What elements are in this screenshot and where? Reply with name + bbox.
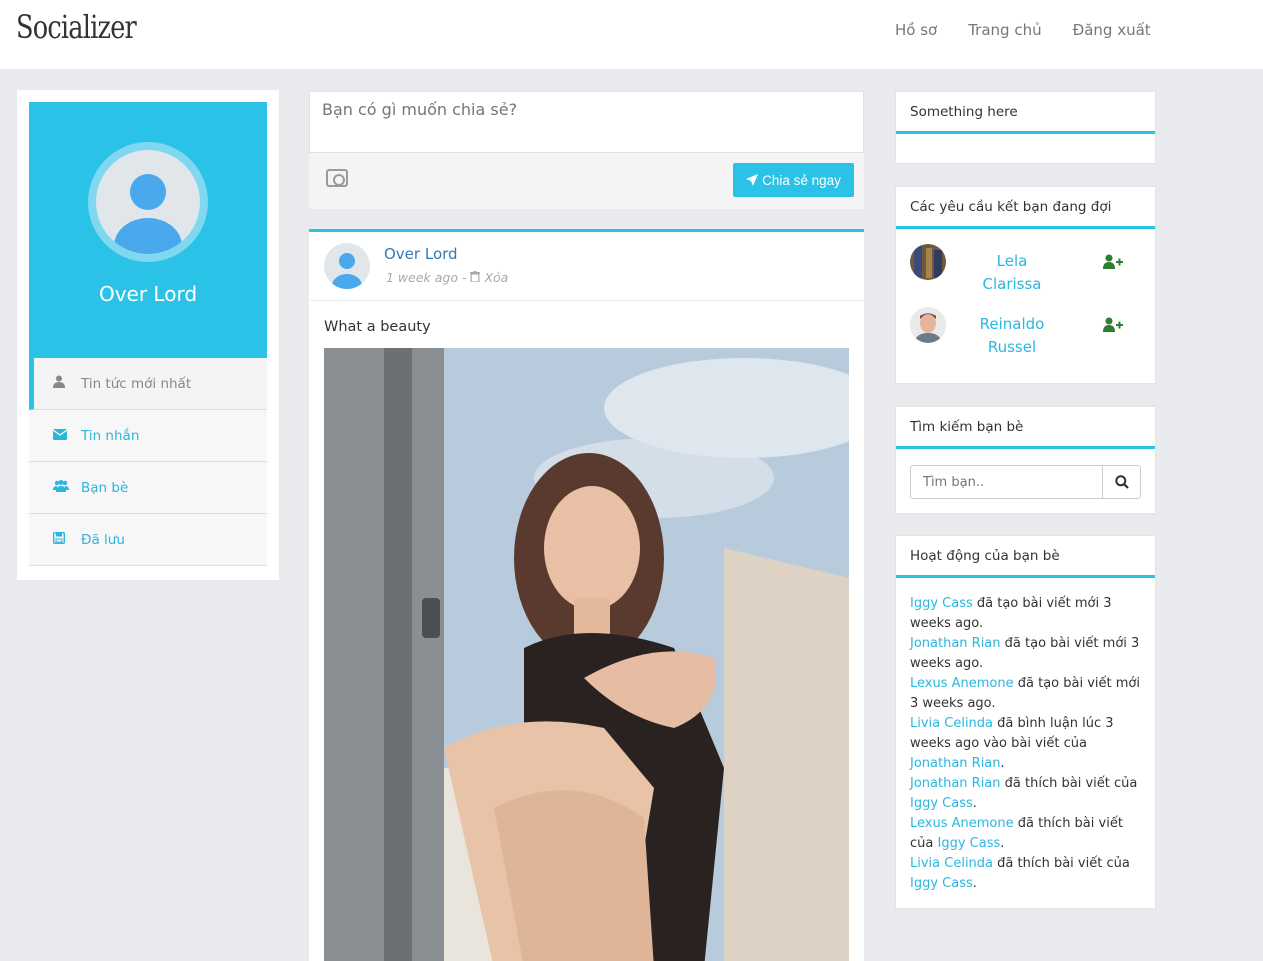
sidebar-item-messages[interactable]: Tin nhắn xyxy=(29,410,267,462)
profile-card: Over Lord xyxy=(29,102,267,358)
activity-user-link[interactable]: Lexus Anemone xyxy=(910,676,1014,691)
friend-request-name[interactable]: Lela Clarissa xyxy=(968,250,1056,296)
activity-user-link[interactable]: Livia Celinda xyxy=(910,856,993,871)
activity-item: Jonathan Rian đã thích bài viết của Iggy… xyxy=(910,776,1138,811)
sidebar-item-label: Tin nhắn xyxy=(81,427,140,444)
activity-item: Iggy Cass đã tạo bài viết mới 3 weeks ag… xyxy=(910,596,1112,631)
sidebar-item-label: Tin tức mới nhất xyxy=(81,375,192,392)
widget-title: Tìm kiếm bạn bè xyxy=(896,407,1155,449)
avatar[interactable] xyxy=(910,244,946,280)
widget-something: Something here xyxy=(895,91,1156,164)
camera-icon[interactable] xyxy=(326,169,348,187)
user-icon xyxy=(53,375,69,392)
brand-logo[interactable]: Socializer xyxy=(16,8,137,46)
activity-item: Lexus Anemone đã thích bài viết của Iggy… xyxy=(910,816,1123,851)
widget-title: Hoạt động của bạn bè xyxy=(896,536,1155,578)
friend-request-row: Lela Clarissa xyxy=(896,244,1155,300)
share-box: Chia sẻ ngay xyxy=(309,91,864,209)
sidebar-item-newsfeed[interactable]: Tin tức mới nhất xyxy=(29,358,267,410)
widget-friend-activity: Hoạt động của bạn bè Iggy Cass đã tạo bà… xyxy=(895,535,1156,909)
sidebar-item-saved[interactable]: Đã lưu xyxy=(29,514,267,566)
post-card: Over Lord 1 week ago - Xóa What a beauty xyxy=(309,229,864,961)
share-now-button[interactable]: Chia sẻ ngay xyxy=(733,163,854,197)
friend-request-name[interactable]: Reinaldo Russel xyxy=(968,313,1056,359)
sidebar-item-label: Đã lưu xyxy=(81,531,125,548)
add-friend-icon[interactable] xyxy=(1103,317,1123,333)
sidebar-item-friends[interactable]: Bạn bè xyxy=(29,462,267,514)
friend-search-input[interactable] xyxy=(910,465,1103,499)
sidebar-menu: Tin tức mới nhất Tin nhắn Bạn bè Đã lưu xyxy=(29,358,267,566)
activity-user-link[interactable]: Lexus Anemone xyxy=(910,816,1014,831)
activity-user-link[interactable]: Iggy Cass xyxy=(910,596,973,611)
activity-target-link[interactable]: Iggy Cass xyxy=(910,876,973,891)
share-now-label: Chia sẻ ngay xyxy=(762,172,841,188)
activity-item: Livia Celinda đã thích bài viết của Iggy… xyxy=(910,856,1130,891)
trash-icon xyxy=(470,271,481,283)
post-delete-label: Xóa xyxy=(484,270,509,285)
top-navbar: Socializer Hồ sơ Trang chủ Đăng xuất xyxy=(0,0,1263,69)
activity-target-link[interactable]: Jonathan Rian xyxy=(910,756,1001,771)
post-text: What a beauty xyxy=(324,319,431,335)
sidebar-item-label: Bạn bè xyxy=(81,479,129,496)
users-icon xyxy=(53,479,69,496)
left-sidebar: Over Lord Tin tức mới nhất Tin nhắn Bạn … xyxy=(17,90,279,580)
default-user-icon xyxy=(96,150,200,254)
activity-user-link[interactable]: Jonathan Rian xyxy=(910,776,1001,791)
widget-friend-search: Tìm kiếm bạn bè xyxy=(895,406,1156,514)
save-icon xyxy=(52,531,69,548)
widget-title: Các yêu cầu kết bạn đang đợi xyxy=(896,187,1155,229)
activity-target-link[interactable]: Iggy Cass xyxy=(910,796,973,811)
post-timestamp: 1 week ago - xyxy=(386,270,467,285)
profile-name[interactable]: Over Lord xyxy=(29,282,267,306)
activity-item: Jonathan Rian đã tạo bài viết mới 3 week… xyxy=(910,636,1140,671)
share-textarea[interactable] xyxy=(309,91,864,153)
post-author-avatar[interactable] xyxy=(324,243,370,289)
friend-request-row: Reinaldo Russel xyxy=(896,307,1155,363)
search-button[interactable] xyxy=(1103,465,1141,499)
post-delete[interactable]: Xóa xyxy=(470,270,508,285)
post-author-link[interactable]: Over Lord xyxy=(384,245,458,263)
activity-feed: Iggy Cass đã tạo bài viết mới 3 weeks ag… xyxy=(910,594,1145,894)
share-toolbar: Chia sẻ ngay xyxy=(309,153,864,209)
add-friend-icon[interactable] xyxy=(1103,254,1123,270)
nav-links: Hồ sơ Trang chủ Đăng xuất xyxy=(895,21,1182,39)
post-divider xyxy=(309,300,864,301)
activity-item: Livia Celinda đã bình luận lúc 3 weeks a… xyxy=(910,716,1114,771)
widget-friend-requests: Các yêu cầu kết bạn đang đợi Lela Claris… xyxy=(895,186,1156,384)
nav-link-profile[interactable]: Hồ sơ xyxy=(895,21,937,39)
search-icon xyxy=(1114,475,1129,489)
profile-avatar[interactable] xyxy=(88,142,208,262)
post-photo[interactable] xyxy=(324,348,849,961)
activity-target-link[interactable]: Iggy Cass xyxy=(938,836,1001,851)
avatar[interactable] xyxy=(910,307,946,343)
widget-title: Something here xyxy=(896,92,1155,134)
paper-plane-icon xyxy=(746,174,759,186)
post-meta: 1 week ago - Xóa xyxy=(386,270,508,285)
nav-link-home[interactable]: Trang chủ xyxy=(968,21,1041,39)
nav-link-logout[interactable]: Đăng xuất xyxy=(1073,21,1151,39)
activity-user-link[interactable]: Livia Celinda xyxy=(910,716,993,731)
activity-user-link[interactable]: Jonathan Rian xyxy=(910,636,1001,651)
friend-search xyxy=(910,465,1141,499)
activity-item: Lexus Anemone đã tạo bài viết mới 3 week… xyxy=(910,676,1140,711)
envelope-icon xyxy=(52,428,69,444)
